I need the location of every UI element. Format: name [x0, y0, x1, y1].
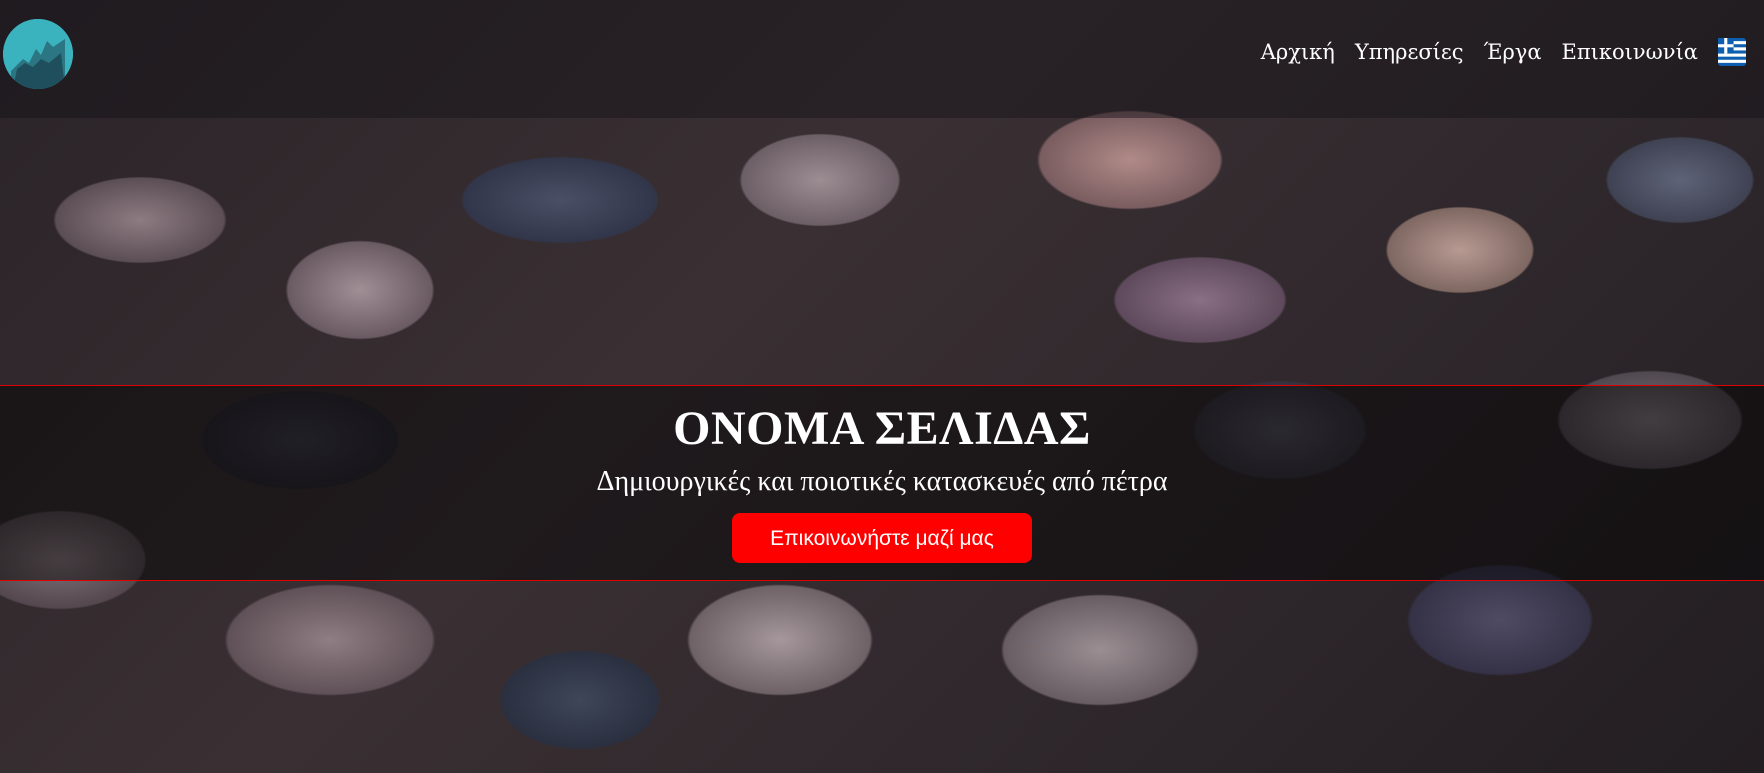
nav-link-home[interactable]: Αρχική	[1261, 40, 1335, 64]
hero-section: Αρχική Υπηρεσίες Έργα Επικοινωνία ΟΝΟΜΑ …	[0, 0, 1764, 773]
navigation-bar: Αρχική Υπηρεσίες Έργα Επικοινωνία	[0, 0, 1764, 118]
nav-link-contact[interactable]: Επικοινωνία	[1562, 40, 1698, 64]
main-menu: Αρχική Υπηρεσίες Έργα Επικοινωνία	[1261, 38, 1746, 66]
page-title: ΟΝΟΜΑ ΣΕΛΙΔΑΣ	[673, 402, 1091, 455]
mountain-logo-icon[interactable]	[3, 19, 73, 89]
nav-link-services[interactable]: Υπηρεσίες	[1355, 40, 1464, 64]
hero-banner: ΟΝΟΜΑ ΣΕΛΙΔΑΣ Δημιουργικές και ποιοτικές…	[0, 385, 1764, 581]
nav-link-projects[interactable]: Έργα	[1484, 40, 1542, 64]
contact-us-button[interactable]: Επικοινωνήστε μαζί μας	[732, 513, 1032, 563]
greek-flag-icon[interactable]	[1718, 38, 1746, 66]
hero-tagline: Δημιουργικές και ποιοτικές κατασκευές απ…	[596, 466, 1168, 497]
